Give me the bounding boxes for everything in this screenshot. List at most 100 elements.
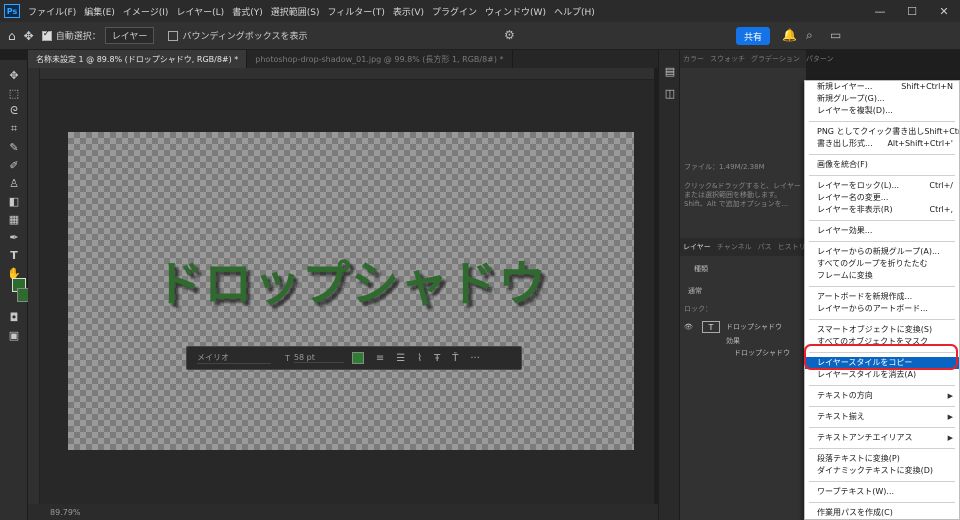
- menu-help[interactable]: ヘルプ(H): [550, 5, 599, 18]
- auto-select-checkbox[interactable]: [41, 29, 52, 41]
- layer-name[interactable]: ドロップシャドウ: [726, 322, 782, 332]
- quick-mask-icon[interactable]: ◘: [7, 310, 21, 324]
- more-options-icon[interactable]: ···: [470, 353, 480, 364]
- document-tabs: 名称未設定 1 @ 89.8% (ドロップシャドウ, RGB/8#) * pho…: [28, 50, 660, 68]
- tab-patterns[interactable]: パターン: [803, 54, 837, 64]
- context-menu-item-label: レイヤー効果...: [817, 226, 873, 235]
- context-menu-item[interactable]: ダイナミックテキストに変換(D): [805, 465, 959, 477]
- context-menu-item[interactable]: アートボードを新規作成...: [805, 291, 959, 303]
- tab-swatches[interactable]: スウォッチ: [707, 54, 748, 64]
- tab-paths[interactable]: パス: [755, 242, 775, 252]
- blend-mode-select[interactable]: 通常: [688, 286, 702, 296]
- tab-gradients[interactable]: グラデーション: [748, 54, 803, 64]
- lock-label: ロック：: [684, 305, 712, 313]
- search-icon[interactable]: ⌕: [806, 28, 813, 43]
- context-menu-separator: [809, 220, 955, 221]
- context-menu-item[interactable]: 新規レイヤー... Shift+Ctrl+N: [805, 81, 959, 93]
- context-menu-separator: [809, 241, 955, 242]
- context-menu-item[interactable]: レイヤーからの新規グループ(A)...: [805, 246, 959, 258]
- character-panel-icon[interactable]: Ŧ: [434, 353, 440, 364]
- menu-select[interactable]: 選択範囲(S): [267, 5, 324, 18]
- move-tool-icon[interactable]: ✥: [7, 68, 21, 82]
- context-menu-item[interactable]: レイヤーからのアートボード...: [805, 303, 959, 315]
- menu-plugins[interactable]: プラグイン: [428, 5, 481, 18]
- context-menu-item-label: レイヤー名の変更...: [817, 193, 889, 202]
- bounding-box-label: バウンディングボックスを表示: [182, 32, 308, 42]
- context-menu-item[interactable]: テキストの方向 ▶: [805, 390, 959, 402]
- auto-select-dropdown[interactable]: レイヤー: [104, 27, 155, 44]
- home-icon[interactable]: ⌂: [8, 29, 16, 43]
- bounding-box-checkbox[interactable]: [168, 30, 179, 41]
- visibility-eye-icon[interactable]: 👁: [684, 323, 693, 331]
- eraser-tool-icon[interactable]: ◧: [7, 194, 21, 208]
- layer-effect-name: ドロップシャドウ: [734, 349, 790, 357]
- menu-window[interactable]: ウィンドウ(W): [481, 5, 550, 18]
- brush-tool-icon[interactable]: ✐: [7, 158, 21, 172]
- paragraph-panel-icon[interactable]: Ť: [452, 353, 458, 364]
- share-button[interactable]: 共有: [736, 27, 770, 45]
- warp-text-icon[interactable]: ⌇: [417, 353, 422, 364]
- align-left-icon[interactable]: ≡: [376, 353, 384, 364]
- font-size-select[interactable]: 58 pt: [293, 353, 344, 363]
- marquee-tool-icon[interactable]: ⬚: [7, 86, 21, 100]
- gradient-tool-icon[interactable]: ▦: [7, 212, 21, 226]
- lasso-tool-icon[interactable]: ᘓ: [7, 104, 21, 118]
- document-tab-1[interactable]: 名称未設定 1 @ 89.8% (ドロップシャドウ, RGB/8#) *: [28, 50, 248, 68]
- tab-color[interactable]: カラー: [680, 54, 707, 64]
- filter-kind-select[interactable]: 種類: [694, 264, 708, 274]
- context-menu-item[interactable]: すべてのグループを折りたたむ: [805, 258, 959, 270]
- context-menu-item[interactable]: レイヤースタイルを消去(A): [805, 369, 959, 381]
- context-menu-item[interactable]: フレームに変換: [805, 270, 959, 282]
- context-menu-item[interactable]: レイヤーを非表示(R) Ctrl+,: [805, 204, 959, 216]
- context-menu-item[interactable]: レイヤースタイルをコピー: [805, 357, 959, 369]
- context-menu-item[interactable]: 書き出し形式... Alt+Shift+Ctrl+': [805, 138, 959, 150]
- menu-file[interactable]: ファイル(F): [24, 5, 80, 18]
- font-family-select[interactable]: メイリオ: [197, 352, 271, 364]
- properties-panel-icon[interactable]: ◫: [663, 86, 677, 100]
- layer-effect-drop-shadow-row[interactable]: ドロップシャドウ: [680, 344, 806, 362]
- tab-channels[interactable]: チャンネル: [714, 242, 755, 252]
- context-menu-item[interactable]: 画像を統合(F): [805, 159, 959, 171]
- context-menu-item[interactable]: テキストアンチエイリアス ▶: [805, 432, 959, 444]
- context-menu-item[interactable]: レイヤー名の変更...: [805, 192, 959, 204]
- crop-tool-icon[interactable]: ⌗: [7, 122, 21, 136]
- history-panel-icon[interactable]: ▤: [663, 64, 677, 78]
- menu-view[interactable]: 表示(V): [389, 5, 428, 18]
- type-tool-icon[interactable]: T: [7, 248, 21, 262]
- canvas-text-layer[interactable]: ドロップシャドウ: [68, 244, 634, 314]
- pen-tool-icon[interactable]: ✒: [7, 230, 21, 244]
- menu-edit[interactable]: 編集(E): [80, 5, 119, 18]
- settings-gear-icon[interactable]: ⚙: [504, 28, 515, 42]
- document-tab-2[interactable]: photoshop-drop-shadow_01.jpg @ 99.8% (長方…: [247, 50, 513, 68]
- context-menu-item-label: PNG としてクイック書き出し: [817, 127, 925, 136]
- context-menu-item[interactable]: スマートオブジェクトに変換(S): [805, 324, 959, 336]
- menu-filter[interactable]: フィルター(T): [323, 5, 388, 18]
- eyedropper-tool-icon[interactable]: ✎: [7, 140, 21, 154]
- context-menu-item[interactable]: すべてのオブジェクトをマスク: [805, 336, 959, 348]
- workspace-icon[interactable]: ▭: [830, 28, 841, 42]
- context-menu-item[interactable]: 新規グループ(G)...: [805, 93, 959, 105]
- screen-mode-icon[interactable]: ▣: [7, 328, 21, 342]
- menu-type[interactable]: 書式(Y): [228, 5, 267, 18]
- document-canvas[interactable]: ドロップシャドウ: [68, 132, 634, 450]
- context-menu-item[interactable]: レイヤーを複製(D)...: [805, 105, 959, 117]
- menu-image[interactable]: イメージ(I): [119, 5, 173, 18]
- text-color-swatch[interactable]: [351, 352, 364, 364]
- tab-layers[interactable]: レイヤー: [680, 242, 714, 252]
- context-menu-item[interactable]: レイヤーをロック(L)... Ctrl+/: [805, 180, 959, 192]
- context-menu-item[interactable]: テキスト揃え ▶: [805, 411, 959, 423]
- context-menu-item[interactable]: 作業用パスを作成(C): [805, 507, 959, 519]
- context-menu-item[interactable]: ワープテキスト(W)...: [805, 486, 959, 498]
- close-icon[interactable]: ✕: [928, 0, 960, 22]
- context-menu-item[interactable]: レイヤー効果...: [805, 225, 959, 237]
- align-center-icon[interactable]: ☰: [396, 353, 405, 364]
- notification-bell-icon[interactable]: 🔔: [782, 28, 797, 42]
- zoom-level[interactable]: 89.79%: [50, 508, 81, 517]
- maximize-icon[interactable]: ☐: [896, 0, 928, 22]
- minimize-icon[interactable]: —: [864, 0, 896, 22]
- context-menu-item[interactable]: 段落テキストに変換(P): [805, 453, 959, 465]
- move-tool-icon[interactable]: ✥: [24, 29, 34, 43]
- context-menu-item[interactable]: PNG としてクイック書き出しShift+Ctrl+': [805, 126, 959, 138]
- menu-layer[interactable]: レイヤー(L): [172, 5, 228, 18]
- stamp-tool-icon[interactable]: ♙: [7, 176, 21, 190]
